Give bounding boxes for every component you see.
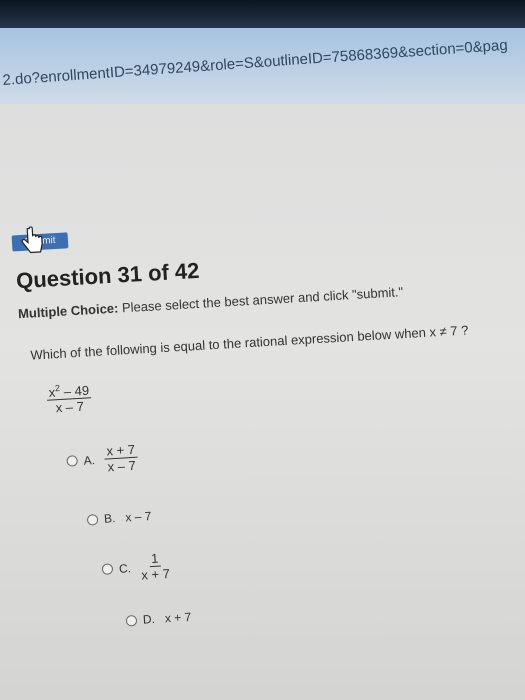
option-d-text: x + 7 [164, 609, 192, 626]
question-title: Question 31 of 42 [15, 257, 201, 294]
monitor-bezel [0, 0, 525, 28]
url-text[interactable]: 2.do?enrollmentID=34979249&role=S&outlin… [2, 37, 508, 89]
expression-denominator: x – 7 [55, 399, 85, 416]
option-c-fraction: 1 x + 7 [140, 550, 171, 583]
option-c[interactable]: C. 1 x + 7 [101, 550, 170, 585]
instruction-rest: Please select the best answer and click … [117, 284, 404, 316]
option-d[interactable]: D. x + 7 [125, 609, 192, 628]
hand-cursor-icon [21, 226, 43, 254]
option-a-radio[interactable] [66, 455, 78, 467]
rational-expression: x2 – 49 x – 7 [46, 379, 92, 416]
question-prompt: Which of the following is equal to the r… [30, 322, 469, 363]
option-b-letter: B. [103, 511, 116, 526]
option-b-radio[interactable] [86, 513, 99, 526]
browser-address-bar[interactable]: 2.do?enrollmentID=34979249&role=S&outlin… [0, 28, 525, 104]
option-b-text: x – 7 [124, 508, 152, 525]
quiz-page: Submit Question 31 of 42 Multiple Choice… [0, 104, 525, 700]
option-a-letter: A. [83, 452, 96, 468]
option-c-letter: C. [118, 560, 132, 576]
option-d-radio[interactable] [125, 614, 138, 627]
option-b[interactable]: B. x – 7 [86, 508, 152, 527]
expression-numerator: x2 – 49 [46, 379, 92, 402]
option-a[interactable]: A. x + 7 x – 7 [66, 441, 139, 477]
option-d-letter: D. [142, 611, 156, 627]
instruction-bold: Multiple Choice: [17, 300, 119, 322]
option-c-radio[interactable] [101, 563, 114, 575]
option-a-fraction: x + 7 x – 7 [104, 441, 138, 475]
